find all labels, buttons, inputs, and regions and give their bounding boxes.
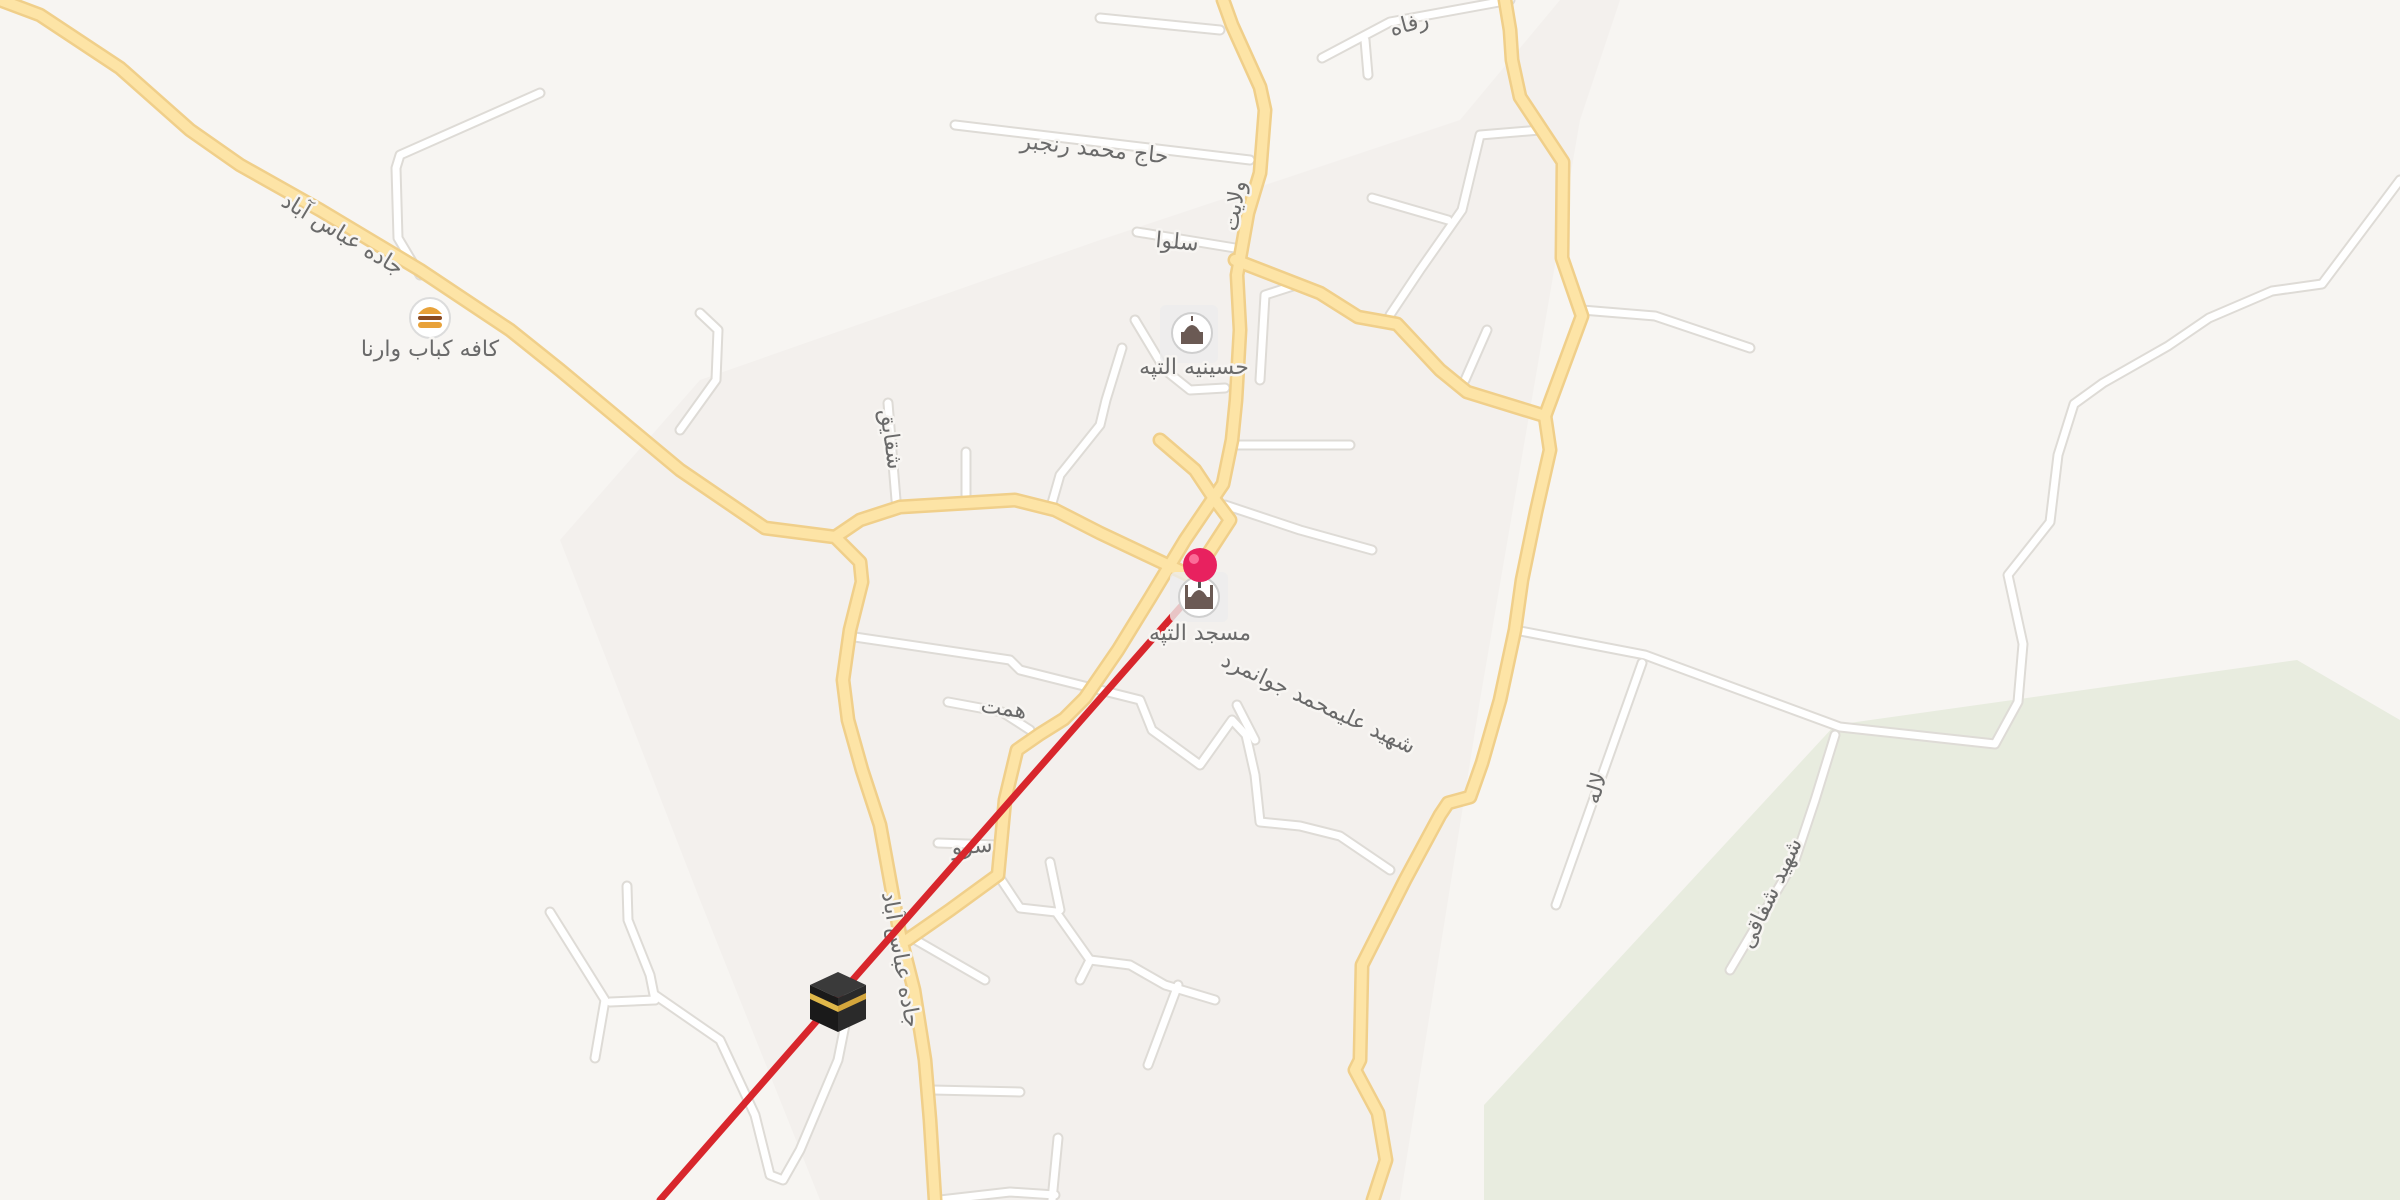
road-label-selva: سلوا [1154,228,1199,257]
land-area-shade [560,0,1620,1200]
poi-hosseinieh-label: حسینیه التپه [1139,355,1249,380]
road-label-abbas-abad-upper: جاده عباس آباد [277,187,409,281]
map-canvas[interactable]: جاده عباس آباد جاده عباس آباد حاج محمد ر… [0,0,2400,1200]
poi-cafe-label: کافه کباب وارنا [361,337,500,362]
road-label-refah: رفاه [1387,7,1432,41]
road-label-haj-mohammad: حاج محمد رنجبر [1018,129,1169,169]
poi-mosque-label: مسجد التپه [1149,621,1251,646]
